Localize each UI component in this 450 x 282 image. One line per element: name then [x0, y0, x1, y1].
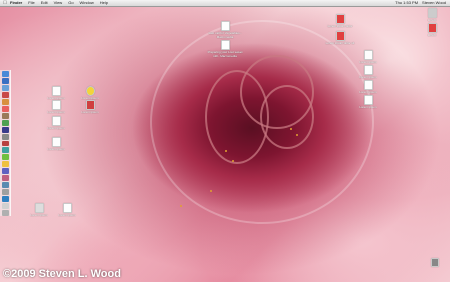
trash-icon[interactable] [1, 210, 9, 217]
desktop-file-icon[interactable]: Lorem ipsum [78, 100, 102, 115]
document-icon [51, 86, 61, 96]
flower-pollen [225, 150, 227, 152]
user-menu[interactable]: Steven Wood [422, 0, 446, 6]
desktop-file-icon[interactable]: Lorem ipsum [45, 116, 67, 131]
app-icon[interactable] [1, 203, 9, 210]
document-icon [363, 95, 373, 105]
desktop-file-icon[interactable]: Lorem ipsum [56, 203, 78, 218]
external-drive-icon[interactable] [430, 258, 440, 267]
desktop-file-icon[interactable]: Lorem ipsum dolor [325, 14, 355, 29]
calendar-icon[interactable] [1, 105, 9, 112]
menu-go[interactable]: Go [68, 0, 73, 6]
desktop-file-icon[interactable]: Lorem ipsum [355, 50, 381, 65]
app-icon[interactable] [1, 119, 9, 126]
document-icon [220, 21, 230, 31]
document-icon [335, 14, 345, 24]
menu-view[interactable]: View [54, 0, 63, 6]
flower-pollen [290, 128, 292, 130]
app-icon[interactable] [1, 182, 9, 189]
flower-pollen [180, 205, 182, 207]
app-icon[interactable] [1, 140, 9, 147]
document-icon [51, 137, 61, 147]
desktop-file-icon[interactable]: Lorem ipsum [355, 80, 381, 95]
flower-pollen [232, 160, 234, 162]
document-icon [62, 203, 72, 213]
desktop-file-icon[interactable]: Lorem ipsum [355, 95, 381, 110]
desktop-file-icon[interactable]: Preparing your Lost sweet still - Macrom… [205, 40, 245, 58]
desktop-file-icon[interactable]: Lorem ipsum [28, 203, 50, 218]
app-icon[interactable] [1, 189, 9, 196]
desktop-file-icon[interactable]: Lorem ipsum [45, 100, 67, 115]
desktop-file-icon[interactable]: Lorem [424, 8, 440, 23]
menu-file[interactable]: File [28, 0, 34, 6]
document-icon [427, 23, 437, 33]
desktop-file-icon[interactable]: Lorem [424, 23, 440, 38]
flower-pollen [296, 134, 298, 136]
document-icon [363, 80, 373, 90]
disk-icon [34, 203, 44, 213]
desktop-file-icon[interactable]: Lorem ipsum dolor sit [325, 31, 355, 46]
app-icon[interactable] [1, 196, 9, 203]
menu-window[interactable]: Window [80, 0, 94, 6]
address-icon[interactable] [1, 112, 9, 119]
document-icon [220, 40, 230, 50]
itunes-icon[interactable] [1, 91, 9, 98]
copyright-watermark: ©2009 Steven L. Wood [3, 268, 121, 280]
image-icon [85, 100, 95, 110]
finder-icon[interactable] [1, 71, 9, 77]
app-icon[interactable] [1, 175, 9, 182]
desktop-file-icon[interactable]: Lorem ipsum [45, 137, 67, 152]
document-icon [363, 65, 373, 75]
menu-help[interactable]: Help [100, 0, 108, 6]
document-icon [51, 116, 61, 126]
smiley-icon [85, 86, 95, 96]
flower-stamen [260, 85, 314, 149]
dock [0, 70, 11, 217]
clock[interactable]: Thu 1:53 PM [395, 0, 418, 6]
apple-menu-icon[interactable]:  [0, 0, 10, 6]
drive-icon [431, 258, 439, 267]
app-icon[interactable] [1, 154, 9, 161]
document-icon [51, 100, 61, 110]
menubar-status-area: Thu 1:53 PM Steven Wood [391, 0, 450, 6]
flower-pollen [210, 190, 212, 192]
app-icon[interactable] [1, 161, 9, 168]
app-icon[interactable] [1, 168, 9, 175]
photo-icon[interactable] [1, 98, 9, 105]
desktop-file-icon[interactable]: Lorem ipsum [78, 86, 102, 101]
desktop-file-icon[interactable]: Last call for Vegetables - Macromedia [205, 21, 245, 39]
browser-icon[interactable] [1, 77, 9, 84]
desktop-file-icon[interactable]: Lorem ipsum [45, 86, 67, 101]
menu-edit[interactable]: Edit [41, 0, 48, 6]
hard-drive-icon [427, 8, 437, 18]
menu-finder[interactable]: Finder [10, 0, 22, 6]
app-icon[interactable] [1, 126, 9, 133]
menu-bar:  Finder File Edit View Go Window Help T… [0, 0, 450, 7]
document-icon [335, 31, 345, 41]
document-icon [363, 50, 373, 60]
app-icon[interactable] [1, 133, 9, 140]
app-icon[interactable] [1, 147, 9, 154]
mail-icon[interactable] [1, 84, 9, 91]
desktop-file-icon[interactable]: Lorem ipsum [355, 65, 381, 80]
